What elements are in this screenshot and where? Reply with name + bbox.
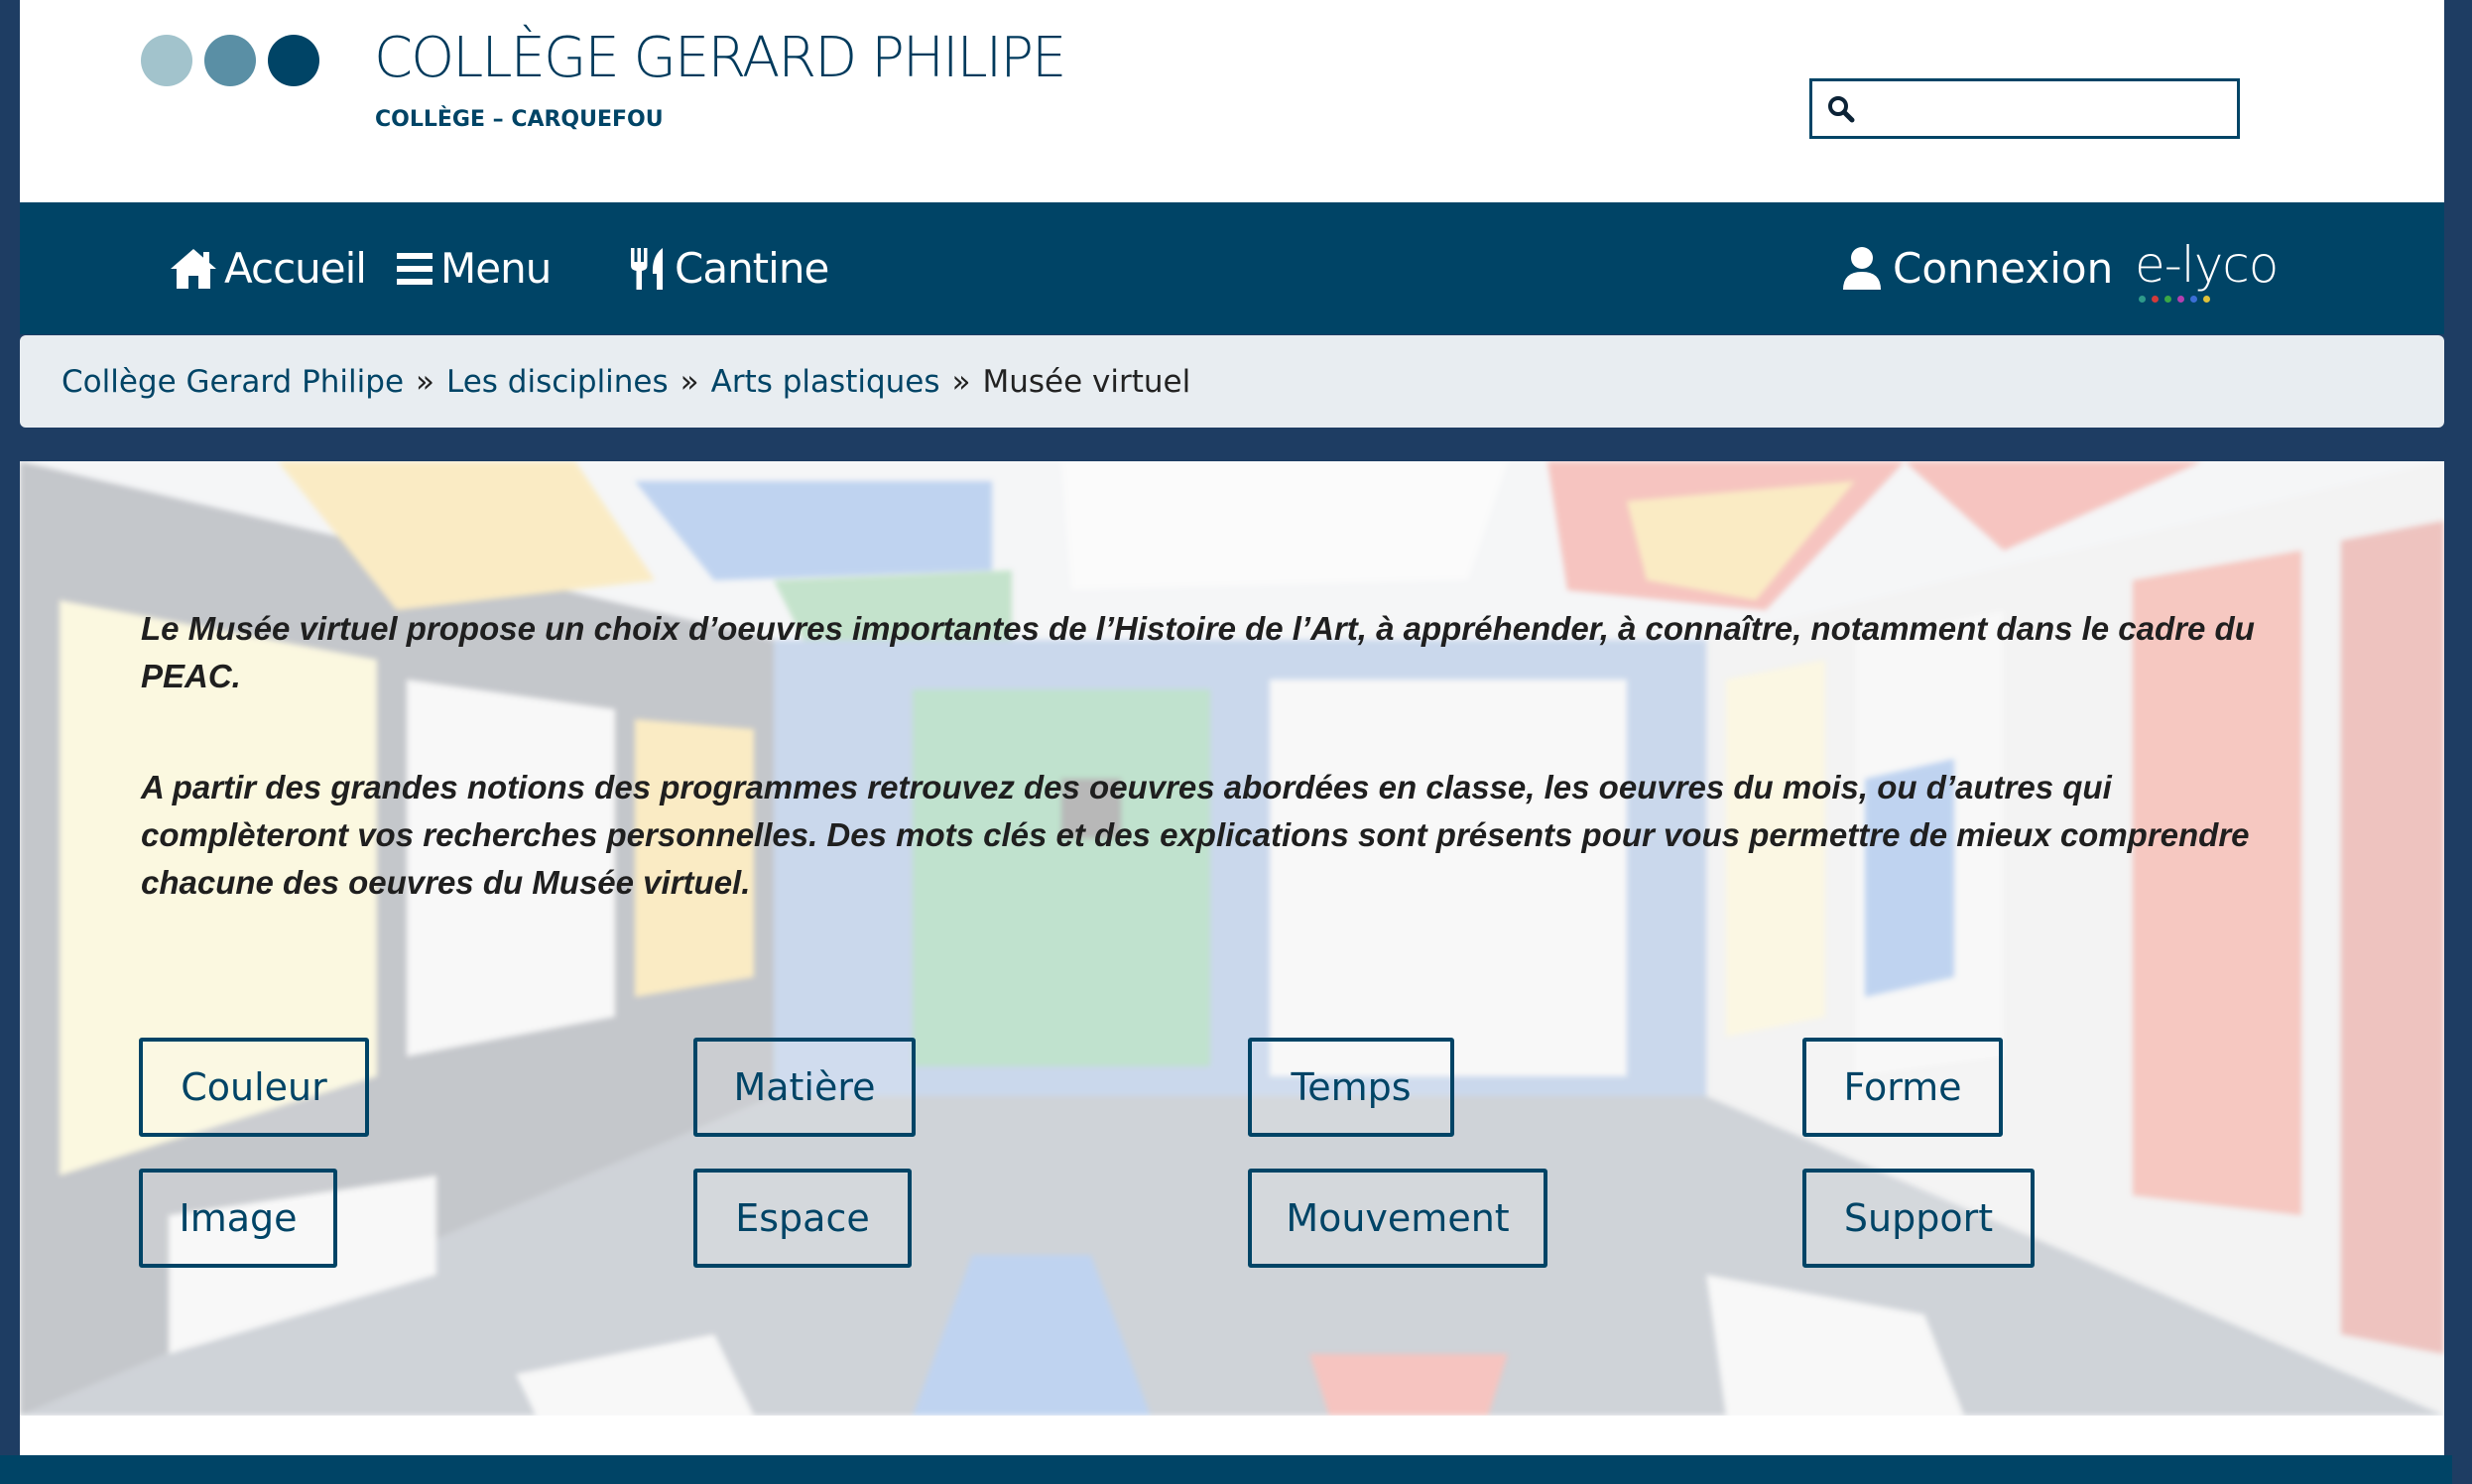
breadcrumb-disciplines[interactable]: Les disciplines <box>446 364 669 400</box>
hamburger-icon <box>397 252 433 285</box>
elyco-link[interactable]: e-lyco <box>2135 236 2301 306</box>
search-box[interactable] <box>1809 78 2240 139</box>
utensils-icon <box>631 247 663 290</box>
nav-connexion-label: Connexion <box>1893 244 2114 293</box>
elyco-dot <box>2139 296 2146 303</box>
elyco-dot <box>2190 296 2197 303</box>
breadcrumb-current: Musée virtuel <box>982 363 1191 400</box>
home-icon <box>171 248 216 289</box>
main-navbar: Accueil Menu Cantine Connexion e-lyco <box>20 202 2444 334</box>
site-title[interactable]: COLLÈGE GERARD PHILIPE <box>374 26 1066 90</box>
nav-cantine[interactable]: Cantine <box>629 202 829 334</box>
logo-dot-medium <box>204 35 256 86</box>
footer-bar <box>0 1455 2452 1484</box>
topic-button-espace[interactable]: Espace <box>693 1169 912 1268</box>
user-icon <box>1843 246 1881 290</box>
breadcrumb-separator: » <box>951 363 971 400</box>
logo-dot-light <box>141 35 192 86</box>
intro-paragraph-1: Le Musée virtuel propose un choix d’oeuv… <box>141 610 2255 694</box>
elyco-dot <box>2177 296 2184 303</box>
breadcrumb: Collège Gerard Philipe » Les disciplines… <box>20 335 2444 428</box>
breadcrumb-separator: » <box>680 363 699 400</box>
topic-button-couleur[interactable]: Couleur <box>139 1038 369 1137</box>
page: COLLÈGE GERARD PHILIPE COLLÈGE – CARQUEF… <box>20 0 2444 1484</box>
breadcrumb-arts-plastiques[interactable]: Arts plastiques <box>711 364 940 400</box>
nav-menu[interactable]: Menu <box>395 202 552 334</box>
topic-button-temps[interactable]: Temps <box>1248 1038 1454 1137</box>
topic-button-forme[interactable]: Forme <box>1802 1038 2003 1137</box>
topic-button-mouvement[interactable]: Mouvement <box>1248 1169 1547 1268</box>
main-content: Le Musée virtuel propose un choix d’oeuv… <box>20 461 2444 1416</box>
nav-connexion[interactable]: Connexion <box>1841 202 2113 334</box>
footer-strip <box>20 1416 2444 1455</box>
breadcrumb-separator: » <box>416 363 434 400</box>
site-subtitle: COLLÈGE – CARQUEFOU <box>375 107 664 132</box>
elyco-dots <box>2139 296 2210 303</box>
nav-menu-label: Menu <box>440 244 552 293</box>
topic-button-matiere[interactable]: Matière <box>693 1038 916 1137</box>
breadcrumb-home[interactable]: Collège Gerard Philipe <box>62 364 404 400</box>
site-header: COLLÈGE GERARD PHILIPE COLLÈGE – CARQUEF… <box>20 0 2444 202</box>
search-icon[interactable] <box>1826 94 1856 124</box>
nav-accueil-label: Accueil <box>224 244 367 293</box>
logo-dot-dark <box>268 35 319 86</box>
topic-button-image[interactable]: Image <box>139 1169 337 1268</box>
nav-cantine-label: Cantine <box>675 244 829 293</box>
elyco-dot <box>2164 296 2171 303</box>
nav-accueil[interactable]: Accueil <box>169 202 367 334</box>
elyco-logo: e-lyco <box>2135 236 2279 294</box>
search-input[interactable] <box>1868 85 2229 133</box>
topic-button-support[interactable]: Support <box>1802 1169 2035 1268</box>
intro-paragraph-2: A partir des grandes notions des program… <box>141 769 2250 901</box>
intro-text: Le Musée virtuel propose un choix d’oeuv… <box>141 605 2284 970</box>
elyco-dot <box>2152 296 2159 303</box>
elyco-dot <box>2203 296 2210 303</box>
